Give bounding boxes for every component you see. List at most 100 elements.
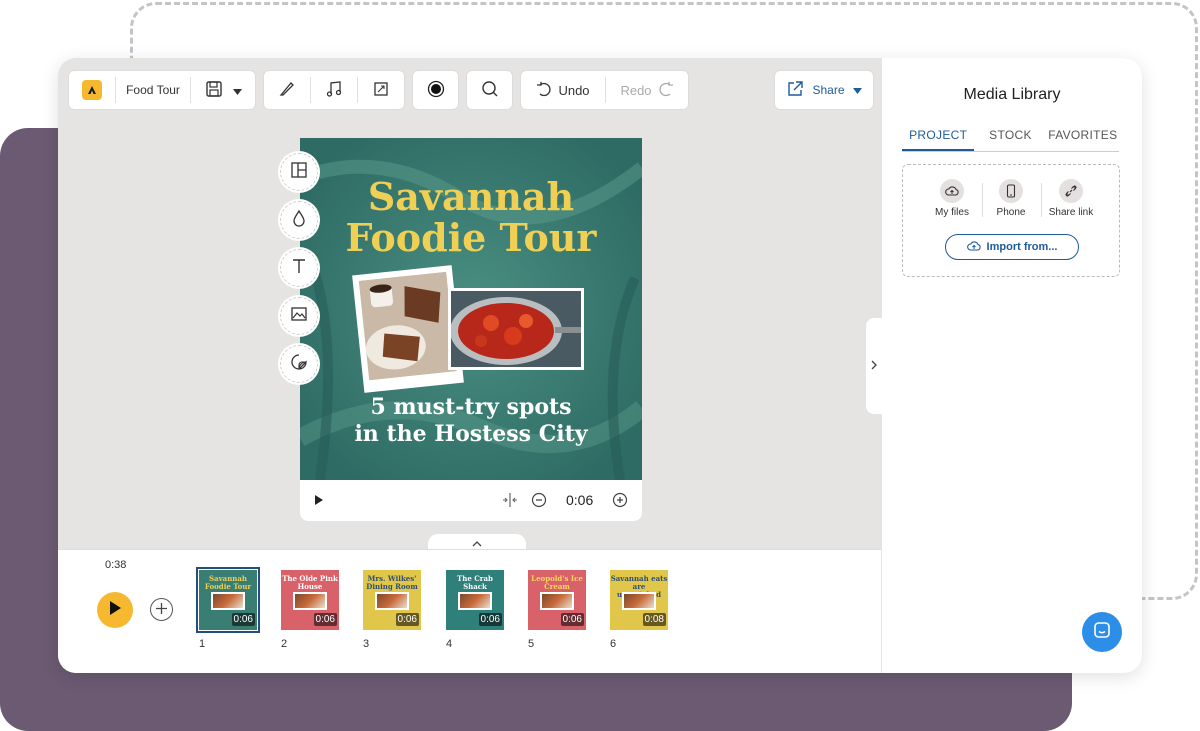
search-icon	[481, 80, 499, 101]
record-button[interactable]	[413, 71, 458, 109]
scene-thumbnail-title: The Crab Shack	[457, 574, 493, 591]
image-tool-button[interactable]	[280, 297, 318, 335]
scene-number: 1	[199, 638, 206, 650]
resize-icon	[373, 81, 389, 100]
editor-window: Food Tour Undo Redo Share Savannah Foodi…	[58, 58, 1142, 673]
decrease-duration-button[interactable]	[531, 492, 547, 511]
scene-thumbnail[interactable]: Savannah Foodie Tour 0:06	[196, 567, 260, 633]
scene-thumbnail[interactable]: The Olde Pink House 0:06	[281, 570, 339, 630]
share-link-button[interactable]: Share link	[1043, 179, 1099, 218]
import-from-label: Import from...	[986, 241, 1058, 253]
scene-thumbnail[interactable]: Mrs. Wilkes' Dining Room 0:06	[363, 570, 421, 630]
tab-favorites[interactable]: FAVORITES	[1047, 128, 1119, 151]
scene-number: 6	[610, 638, 617, 650]
draw-button[interactable]	[264, 71, 310, 109]
scene-thumbnail-duration: 0:06	[478, 613, 502, 626]
add-scene-button[interactable]	[150, 598, 173, 621]
scene-number: 2	[281, 638, 288, 650]
scene-thumbnail-photo	[458, 592, 492, 610]
food-photo-crawfish[interactable]	[448, 288, 584, 370]
music-note-icon	[325, 80, 343, 101]
save-button[interactable]	[191, 71, 255, 109]
scene-thumbnail-photo	[211, 592, 245, 610]
panel-title: Media Library	[963, 86, 1061, 103]
project-name[interactable]: Food Tour	[116, 71, 190, 109]
sticker-tool-button[interactable]	[280, 345, 318, 383]
logo-icon	[82, 80, 102, 100]
scene-thumbnail[interactable]: Leopold's Ice Cream 0:06	[528, 570, 586, 630]
share-button[interactable]: Share	[775, 71, 873, 109]
scene-thumbnail-title: Mrs. Wilkes' Dining Room	[366, 574, 418, 591]
scene-thumbnail-photo	[375, 592, 409, 610]
scene-thumbnail-photo	[540, 592, 574, 610]
canvas-title-line-2[interactable]: Foodie Tour	[300, 217, 642, 259]
droplet-icon	[290, 209, 308, 232]
link-icon	[1059, 179, 1083, 203]
brush-icon	[278, 80, 296, 101]
increase-duration-button[interactable]	[612, 492, 628, 511]
scene-thumbnail-title: Leopold's Ice Cream	[531, 574, 583, 591]
layout-icon	[290, 161, 308, 184]
collapse-panel-button[interactable]	[866, 318, 882, 414]
split-button[interactable]	[502, 493, 518, 510]
undo-button[interactable]: Undo	[521, 71, 605, 109]
share-link-label: Share link	[1048, 207, 1094, 218]
history-toolbar: Undo Redo	[520, 70, 689, 110]
scene-number: 3	[363, 638, 370, 650]
redo-button[interactable]: Redo	[606, 71, 688, 109]
scene-thumbnail-duration: 0:08	[642, 613, 666, 626]
scene-thumbnail-duration: 0:06	[231, 613, 255, 626]
scene-canvas[interactable]: Savannah Foodie Tour 5 must-try spots in…	[300, 138, 642, 480]
my-files-button[interactable]: My files	[924, 179, 980, 218]
redo-label: Redo	[620, 82, 652, 98]
cake-image	[358, 271, 457, 381]
scene-thumbnail-duration: 0:06	[313, 613, 337, 626]
scene-thumbnail[interactable]: Savannah eats are unmatched0:08	[610, 570, 668, 630]
cloud-upload-icon	[940, 179, 964, 203]
text-tool-button[interactable]	[280, 249, 318, 287]
crawfish-image	[450, 291, 581, 367]
undo-icon	[536, 81, 552, 100]
scene-duration: 0:06	[566, 492, 594, 508]
share-icon	[786, 80, 804, 101]
tab-stock[interactable]: STOCK	[974, 128, 1046, 151]
resize-button[interactable]	[358, 71, 404, 109]
scene-thumbnail-photo	[293, 592, 327, 610]
project-toolbar: Food Tour	[68, 70, 256, 110]
share-label: Share	[812, 83, 845, 97]
scene-thumbnail-duration: 0:06	[560, 613, 584, 626]
play-icon	[314, 494, 324, 509]
phone-button[interactable]: Phone	[983, 179, 1039, 218]
search-toolbar	[466, 70, 513, 110]
search-button[interactable]	[467, 71, 512, 109]
share-toolbar: Share	[774, 70, 874, 110]
media-library-panel: Media Library PROJECT STOCK FAVORITES My…	[881, 58, 1142, 673]
plus-circle-icon	[612, 492, 628, 511]
split-icon	[502, 493, 518, 510]
save-icon	[205, 80, 223, 101]
source-divider	[1041, 183, 1042, 217]
text-icon	[290, 257, 308, 280]
upload-dropzone[interactable]: My files Phone Share link Import from...	[902, 164, 1120, 277]
play-all-button[interactable]	[97, 592, 133, 628]
app-logo[interactable]	[69, 71, 115, 109]
scene-thumbnail[interactable]: The Crab Shack 0:06	[446, 570, 504, 630]
scene-player-bar: 0:06	[300, 480, 642, 521]
undo-label: Undo	[558, 82, 590, 98]
canvas-subtitle-line-2[interactable]: in the Hostess City	[300, 421, 642, 448]
layout-tool-button[interactable]	[280, 153, 318, 191]
tab-project[interactable]: PROJECT	[902, 128, 975, 151]
import-from-button[interactable]: Import from...	[945, 234, 1079, 260]
scene-number: 4	[446, 638, 453, 650]
scene-number: 5	[528, 638, 535, 650]
scene-thumbnail-title: The Olde Pink House	[282, 574, 338, 591]
play-icon	[108, 600, 122, 621]
music-button[interactable]	[311, 71, 357, 109]
minus-circle-icon	[531, 492, 547, 511]
canvas-title-line-1[interactable]: Savannah	[300, 176, 642, 218]
color-tool-button[interactable]	[280, 201, 318, 239]
canvas-subtitle-line-1[interactable]: 5 must-try spots	[300, 394, 642, 421]
play-scene-button[interactable]	[314, 494, 324, 509]
chat-support-button[interactable]	[1082, 612, 1122, 652]
record-icon	[427, 80, 445, 101]
